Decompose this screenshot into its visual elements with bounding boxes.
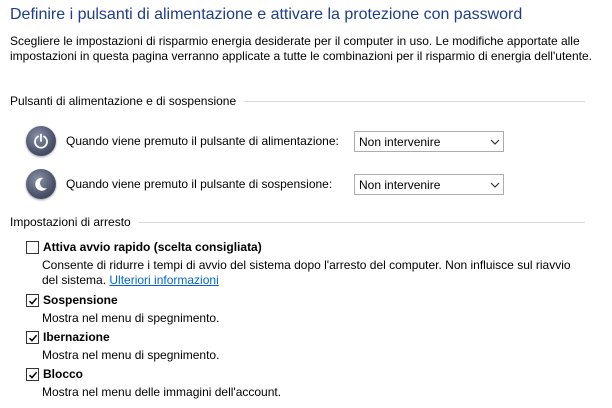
section-divider bbox=[244, 100, 585, 102]
chevron-down-icon bbox=[487, 139, 503, 145]
sleep-button-label: Quando viene premuto il pulsante di sosp… bbox=[66, 177, 333, 191]
hibernate-checkbox[interactable] bbox=[26, 331, 39, 344]
power-button-label: Quando viene premuto il pulsante di alim… bbox=[66, 134, 339, 148]
power-buttons-section-header: Pulsanti di alimentazione e di sospensio… bbox=[10, 94, 585, 108]
sleep-button-action-value: Non intervenire bbox=[359, 177, 441, 192]
lock-description: Mostra nel menu delle immagini dell'acco… bbox=[42, 385, 282, 399]
hibernate-option[interactable]: Ibernazione bbox=[26, 330, 110, 344]
lock-checkbox[interactable] bbox=[26, 368, 39, 381]
lock-label: Blocco bbox=[43, 367, 84, 381]
fast-startup-label: Attiva avvio rapido (scelta consigliata) bbox=[43, 240, 262, 254]
hibernate-label: Ibernazione bbox=[43, 330, 110, 344]
shutdown-section-header: Impostazioni di arresto bbox=[10, 215, 585, 229]
power-button-row: Quando viene premuto il pulsante di alim… bbox=[26, 126, 339, 156]
sleep-label: Sospensione bbox=[43, 293, 118, 307]
power-buttons-section-title: Pulsanti di alimentazione e di sospensio… bbox=[10, 94, 237, 108]
checkmark-icon bbox=[28, 334, 37, 342]
sleep-checkbox[interactable] bbox=[26, 294, 39, 307]
sleep-description: Mostra nel menu di spegnimento. bbox=[42, 311, 220, 325]
chevron-down-icon bbox=[487, 182, 503, 188]
power-button-action-select[interactable]: Non intervenire bbox=[354, 131, 504, 152]
shutdown-section-title: Impostazioni di arresto bbox=[10, 215, 131, 229]
more-info-link[interactable]: Ulteriori informazioni bbox=[109, 273, 218, 287]
page-description: Scegliere le impostazioni di risparmio e… bbox=[10, 34, 592, 63]
sleep-option[interactable]: Sospensione bbox=[26, 293, 118, 307]
fast-startup-checkbox[interactable] bbox=[26, 241, 39, 254]
page-title: Definire i pulsanti di alimentazione e a… bbox=[10, 6, 523, 23]
checkmark-icon bbox=[28, 297, 37, 305]
hibernate-description: Mostra nel menu di spegnimento. bbox=[42, 348, 220, 362]
section-divider bbox=[138, 221, 585, 223]
power-button-action-value: Non intervenire bbox=[359, 134, 441, 149]
power-icon bbox=[26, 126, 56, 156]
sleep-button-row: Quando viene premuto il pulsante di sosp… bbox=[26, 169, 336, 199]
checkmark-icon bbox=[28, 371, 37, 379]
lock-option[interactable]: Blocco bbox=[26, 367, 83, 381]
fast-startup-option[interactable]: Attiva avvio rapido (scelta consigliata) bbox=[26, 240, 262, 254]
sleep-button-action-select[interactable]: Non intervenire bbox=[354, 174, 504, 195]
fast-startup-description: Consente di ridurre i tempi di avvio del… bbox=[42, 258, 582, 288]
sleep-moon-icon bbox=[26, 169, 56, 199]
